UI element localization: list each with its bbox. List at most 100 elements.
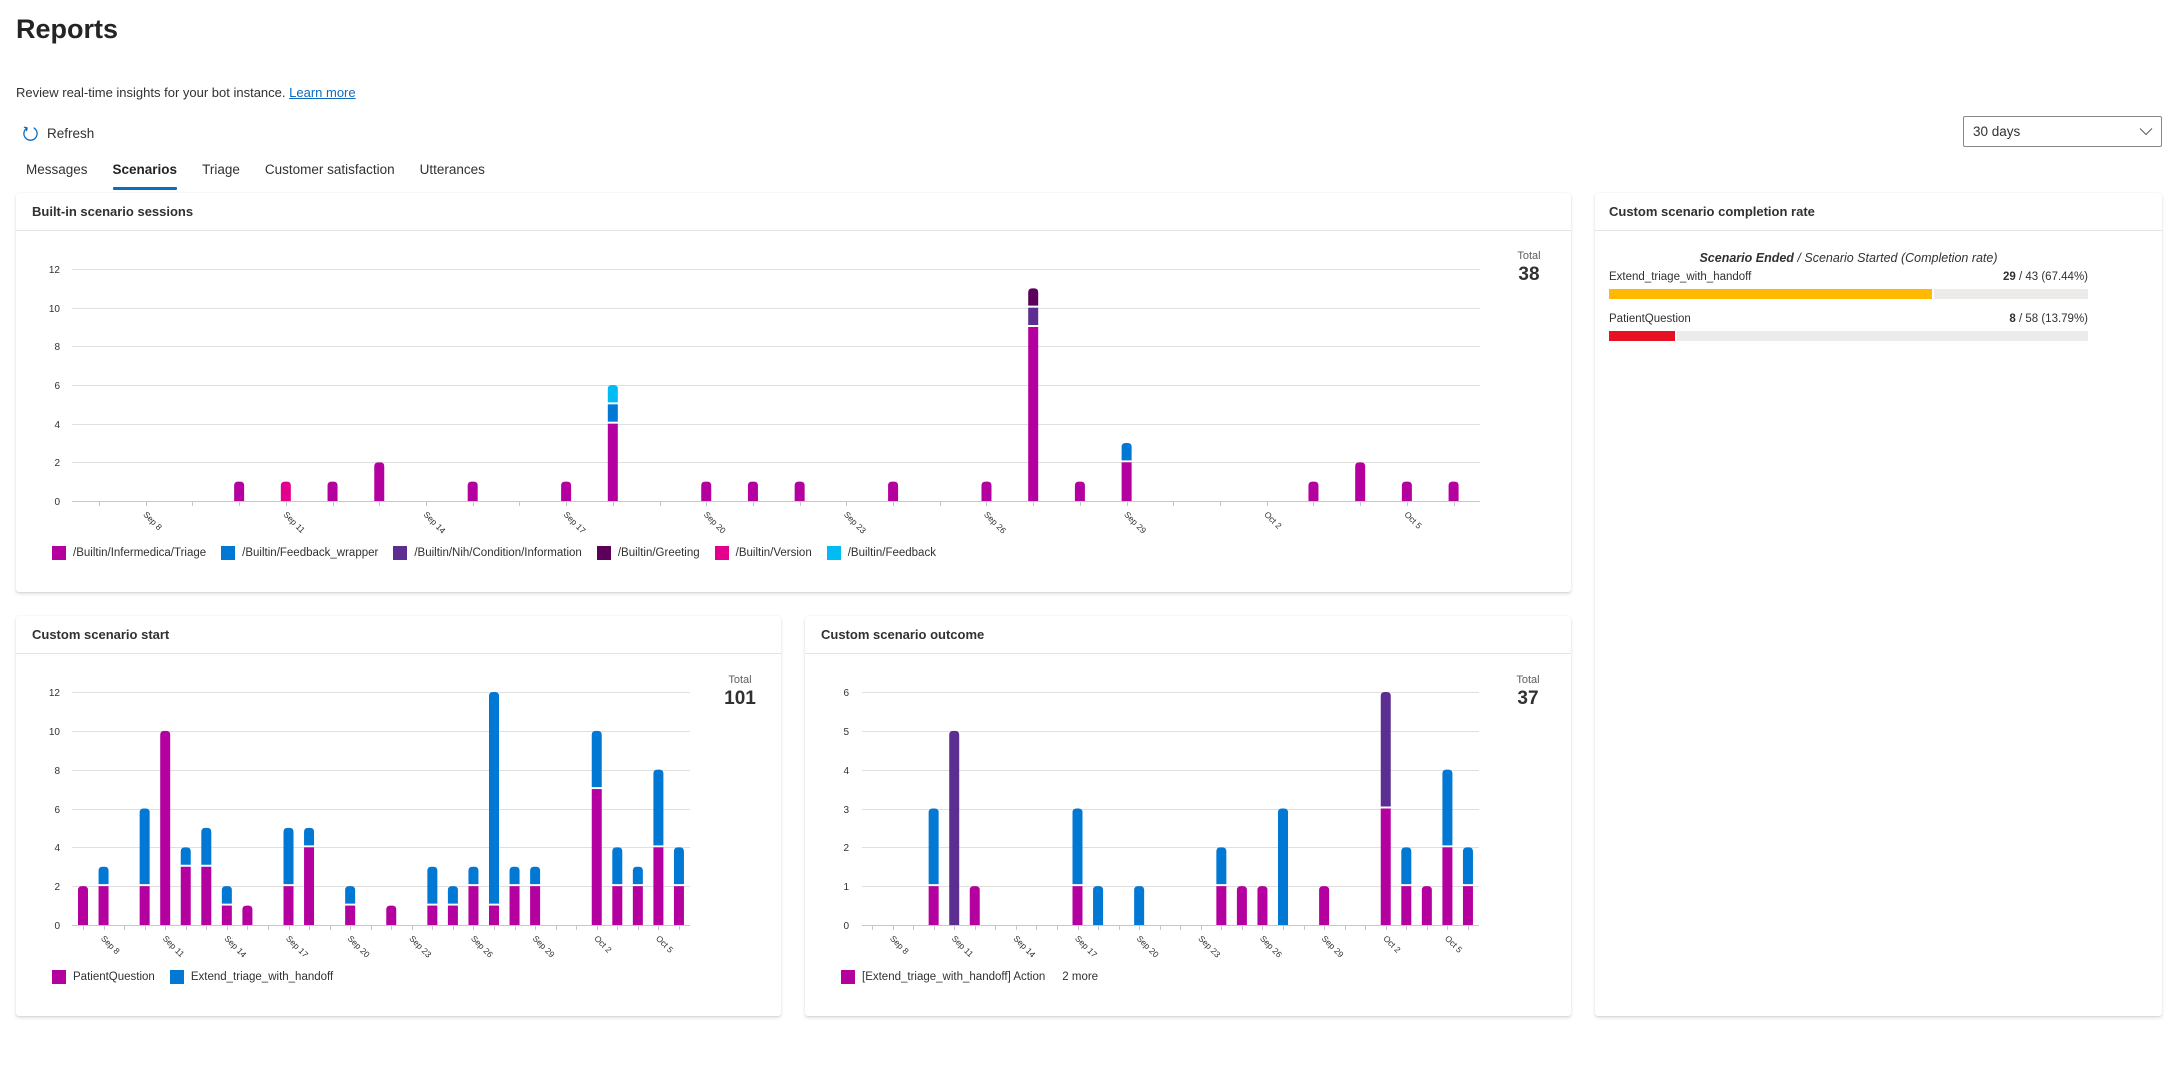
bar-stack[interactable] — [1319, 886, 1330, 925]
bar-stack[interactable] — [467, 481, 478, 501]
legend-item[interactable]: Extend_triage_with_handoff — [169, 970, 333, 984]
bar-segment[interactable] — [747, 481, 758, 501]
legend-item[interactable]: /Builtin/Nih/Condition/Information — [393, 546, 582, 560]
bar-stack[interactable] — [386, 905, 397, 925]
bar-segment[interactable] — [345, 905, 356, 925]
bar-segment[interactable] — [1121, 462, 1132, 501]
bar-stack[interactable] — [747, 481, 758, 501]
bar-segment[interactable] — [304, 827, 315, 846]
bar-segment[interactable] — [928, 886, 939, 925]
legend-item[interactable]: [Extend_triage_with_handoff] Action — [841, 970, 1045, 984]
tab-customer-satisfaction[interactable]: Customer satisfaction — [255, 158, 405, 190]
bar-segment[interactable] — [1421, 886, 1432, 925]
bar-segment[interactable] — [653, 847, 664, 925]
bar-segment[interactable] — [1072, 808, 1083, 885]
tab-scenarios[interactable]: Scenarios — [103, 158, 188, 190]
bar-segment[interactable] — [201, 866, 212, 925]
bar-segment[interactable] — [928, 808, 939, 885]
bar-segment[interactable] — [612, 847, 623, 885]
bar-segment[interactable] — [180, 866, 191, 925]
bar-segment[interactable] — [1236, 886, 1247, 925]
bar-segment[interactable] — [632, 866, 643, 885]
learn-more-link[interactable]: Learn more — [289, 85, 355, 100]
legend-item[interactable]: /Builtin/Feedback — [826, 546, 936, 560]
bar-stack[interactable] — [949, 730, 960, 925]
bar-stack[interactable] — [1278, 808, 1288, 926]
bar-stack[interactable] — [1028, 288, 1039, 501]
bar-segment[interactable] — [1121, 443, 1132, 461]
bar-segment[interactable] — [489, 905, 499, 925]
bar-stack[interactable] — [1448, 481, 1459, 501]
bar-stack[interactable] — [969, 886, 980, 925]
bar-stack[interactable] — [1074, 481, 1085, 501]
bar-segment[interactable] — [1319, 886, 1330, 925]
bar-segment[interactable] — [530, 866, 541, 885]
bar-segment[interactable] — [1072, 886, 1083, 925]
bar-segment[interactable] — [1093, 886, 1104, 925]
bar-stack[interactable] — [530, 866, 541, 925]
bar-segment[interactable] — [1442, 847, 1453, 925]
bar-segment[interactable] — [701, 481, 712, 501]
bar-segment[interactable] — [1216, 847, 1227, 885]
bar-segment[interactable] — [509, 886, 520, 925]
bar-segment[interactable] — [673, 886, 684, 925]
bar-stack[interactable] — [1072, 808, 1083, 926]
bar-stack[interactable] — [1355, 462, 1366, 501]
bar-segment[interactable] — [607, 423, 618, 501]
bar-segment[interactable] — [234, 481, 245, 501]
bar-stack[interactable] — [374, 462, 385, 501]
bar-segment[interactable] — [489, 692, 499, 904]
bar-segment[interactable] — [673, 847, 684, 885]
bar-segment[interactable] — [591, 730, 602, 788]
bar-segment[interactable] — [1401, 847, 1412, 885]
bar-segment[interactable] — [283, 886, 294, 925]
bar-stack[interactable] — [561, 481, 572, 501]
bar-segment[interactable] — [1448, 481, 1459, 501]
bar-segment[interactable] — [78, 886, 88, 925]
bar-stack[interactable] — [591, 730, 602, 925]
bar-segment[interactable] — [221, 886, 232, 904]
bar-stack[interactable] — [345, 886, 356, 925]
bar-segment[interactable] — [888, 481, 899, 501]
bar-segment[interactable] — [1074, 481, 1085, 501]
bar-stack[interactable] — [1257, 886, 1268, 925]
bar-segment[interactable] — [509, 866, 520, 885]
bar-segment[interactable] — [612, 886, 623, 925]
bar-stack[interactable] — [304, 827, 315, 925]
bar-segment[interactable] — [180, 847, 191, 865]
tab-triage[interactable]: Triage — [192, 158, 250, 190]
bar-segment[interactable] — [160, 730, 171, 925]
bar-segment[interactable] — [427, 905, 438, 925]
bar-segment[interactable] — [1401, 481, 1412, 501]
bar-segment[interactable] — [969, 886, 980, 925]
bar-segment[interactable] — [632, 886, 643, 925]
legend-item[interactable]: PatientQuestion — [52, 970, 155, 984]
bar-segment[interactable] — [447, 905, 458, 925]
bar-stack[interactable] — [283, 827, 294, 925]
bar-segment[interactable] — [949, 730, 960, 925]
legend-item[interactable]: /Builtin/Feedback_wrapper — [221, 546, 378, 560]
bar-stack[interactable] — [632, 866, 643, 925]
bar-segment[interactable] — [1380, 808, 1391, 926]
bar-segment[interactable] — [981, 481, 992, 501]
bar-stack[interactable] — [489, 692, 499, 925]
refresh-button[interactable]: Refresh — [22, 122, 94, 144]
bar-segment[interactable] — [374, 462, 385, 501]
legend-item[interactable]: /Builtin/Greeting — [596, 546, 700, 560]
bar-stack[interactable] — [427, 866, 438, 925]
bar-segment[interactable] — [427, 866, 438, 904]
bar-segment[interactable] — [1278, 808, 1288, 926]
bar-stack[interactable] — [468, 866, 479, 925]
bar-stack[interactable] — [653, 769, 664, 925]
bar-stack[interactable] — [981, 481, 992, 501]
bar-segment[interactable] — [327, 481, 338, 501]
bar-segment[interactable] — [1216, 886, 1227, 925]
bar-segment[interactable] — [139, 886, 150, 925]
bar-segment[interactable] — [591, 789, 602, 925]
bar-segment[interactable] — [1355, 462, 1366, 501]
bar-stack[interactable] — [928, 808, 939, 926]
bar-stack[interactable] — [1134, 886, 1145, 925]
bar-stack[interactable] — [794, 481, 805, 501]
bar-segment[interactable] — [1308, 481, 1319, 501]
bar-stack[interactable] — [327, 481, 338, 501]
